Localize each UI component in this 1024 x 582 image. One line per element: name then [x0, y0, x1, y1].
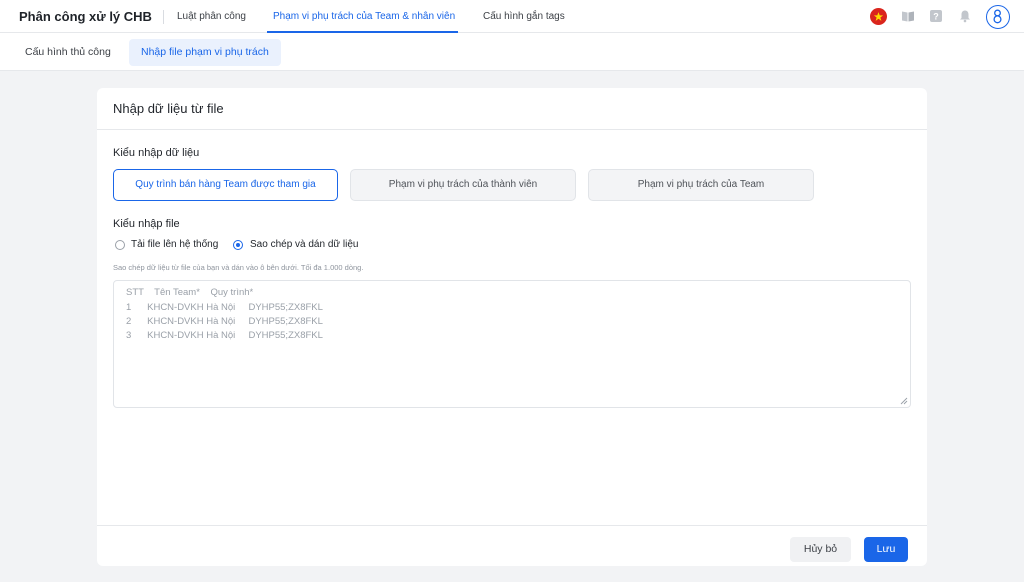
- cancel-button[interactable]: Hủy bỏ: [790, 537, 851, 562]
- placeholder-line: STT Tên Team* Quy trình*: [126, 287, 254, 298]
- placeholder-line: 1 KHCN-DVKH Hà Nội DYHP55;ZX8FKL: [126, 302, 323, 313]
- subtab-import-file[interactable]: Nhập file phạm vi phụ trách: [129, 39, 281, 66]
- sub-navbar: Cấu hình thủ công Nhập file phạm vi phụ …: [0, 33, 1024, 71]
- card-header: Nhập dữ liệu từ file: [97, 88, 927, 130]
- import-card: Nhập dữ liệu từ file Kiểu nhập dữ liệu Q…: [97, 88, 927, 566]
- tab-tag-config[interactable]: Cấu hình gắn tags: [483, 11, 565, 22]
- card-title: Nhập dữ liệu từ file: [113, 101, 224, 116]
- placeholder-line: 3 KHCN-DVKH Hà Nội DYHP55;ZX8FKL: [126, 330, 323, 341]
- card-footer: Hủy bỏ Lưu: [97, 525, 927, 566]
- import-type-team-process[interactable]: Quy trình bán hàng Team được tham gia: [113, 169, 338, 201]
- tab-assignment-rules[interactable]: Luật phân công: [177, 11, 246, 22]
- file-type-label: Kiểu nhập file: [113, 218, 180, 230]
- help-icon[interactable]: ?: [929, 9, 943, 23]
- import-type-team-scope[interactable]: Phạm vi phụ trách của Team: [588, 169, 814, 201]
- vietnam-flag-icon[interactable]: [870, 8, 887, 25]
- import-type-label: Kiểu nhập dữ liệu: [113, 147, 200, 159]
- avatar-icon[interactable]: [986, 5, 1010, 29]
- tab-team-scope[interactable]: Phạm vi phụ trách của Team & nhân viên: [273, 11, 455, 22]
- paste-hint: Sao chép dữ liệu từ file của bạn và dán …: [113, 263, 364, 272]
- placeholder-line: 2 KHCN-DVKH Hà Nội DYHP55;ZX8FKL: [126, 316, 323, 327]
- paste-data-textarea[interactable]: STT Tên Team* Quy trình* 1 KHCN-DVKH Hà …: [113, 280, 911, 408]
- resize-grip-icon[interactable]: [900, 397, 908, 405]
- divider: [163, 10, 164, 24]
- radio-copy-paste[interactable]: [233, 240, 243, 250]
- svg-text:?: ?: [933, 12, 939, 22]
- radio-upload-file-label[interactable]: Tải file lên hệ thống: [131, 239, 218, 250]
- bell-icon[interactable]: [958, 9, 972, 23]
- radio-copy-paste-label[interactable]: Sao chép và dán dữ liệu: [250, 239, 358, 250]
- radio-upload-file[interactable]: [115, 240, 125, 250]
- app-title: Phân công xử lý CHB: [19, 9, 152, 24]
- subtab-manual-config[interactable]: Cấu hình thủ công: [13, 39, 123, 66]
- book-icon[interactable]: [901, 9, 915, 23]
- save-button[interactable]: Lưu: [864, 537, 908, 562]
- import-type-member-scope[interactable]: Phạm vi phụ trách của thành viên: [350, 169, 576, 201]
- top-navbar: Phân công xử lý CHB Luật phân công Phạm …: [0, 0, 1024, 33]
